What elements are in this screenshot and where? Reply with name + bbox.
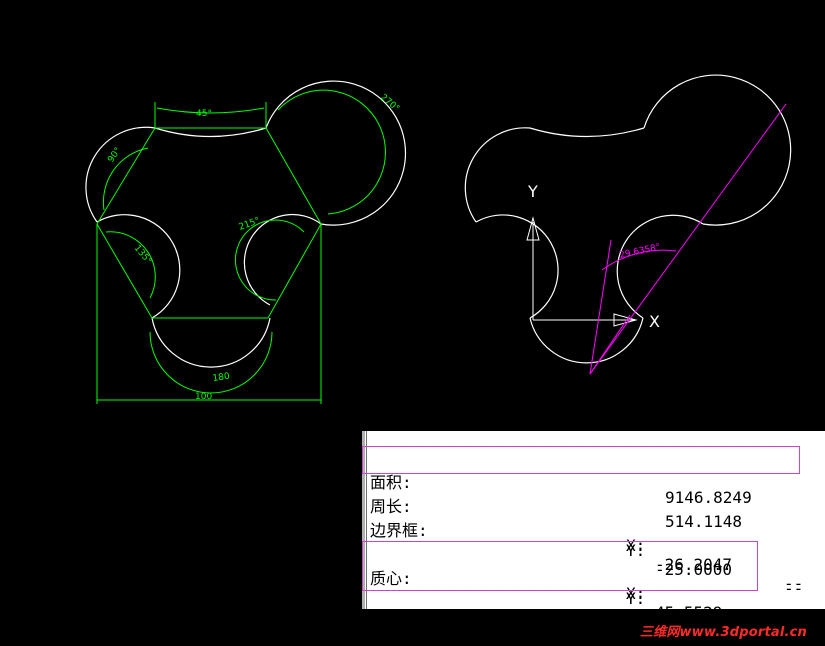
profile-top-arc [154,127,267,138]
bbox-y-trail: -- [784,579,804,598]
dim-center-right-angle: 215° [238,216,262,233]
axis-x-label: X [649,312,660,331]
right-drawing: Y X 29.6358° [464,74,792,375]
dim-upper-right-angle: 270° [378,93,401,115]
profile-left-arc [85,126,156,223]
angle-label: 29.6358° [619,242,662,260]
profile-bottom-arc [151,317,271,368]
area-highlight-box [362,446,800,474]
centroid-highlight-box [362,541,758,591]
site-watermark: 三维网www.3dportal.cn [639,625,807,640]
angle-measure [589,103,787,375]
profile-lower-left-arc [96,214,181,319]
dim-bottom-angle: 180 [212,372,231,384]
perimeter-value: 514.1148 [665,512,743,531]
dim-top-angle: 45° [196,109,212,119]
axis-y-label: Y [527,182,538,201]
area-value: 9146.8249 [665,488,752,507]
centroid-y-prefix: Y: [626,589,646,608]
dim-lower-left-angle: 135° [132,244,154,267]
mass-properties-panel: 面积: 9146.8249 周长: 514.1148 边界框: X: -26.2… [362,431,825,627]
ucs-icon [526,216,638,327]
left-drawing: 45° 270° 90° 135° 215° 180 100 [85,80,407,404]
dim-width: 100 [195,392,212,402]
